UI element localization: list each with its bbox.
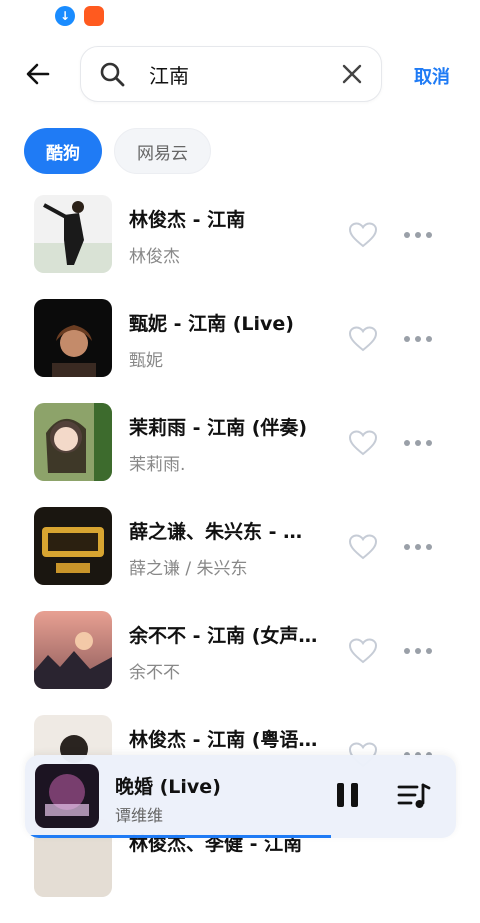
song-artist: 薛之谦 / 朱兴东 (129, 559, 248, 579)
song-title: 林俊杰 - 江南 (粤语版) (129, 729, 319, 751)
more-options-icon[interactable] (404, 641, 432, 661)
song-title: 薛之谦、朱兴东 - 江南 (129, 521, 319, 543)
song-row[interactable]: 林俊杰 - 江南 林俊杰 (0, 195, 480, 299)
heart-icon[interactable] (347, 427, 379, 459)
pause-icon (337, 783, 344, 807)
album-cover (34, 403, 112, 481)
song-title: 林俊杰 - 江南 (129, 209, 246, 231)
album-cover (34, 611, 112, 689)
song-title: 余不不 - 江南 (女声版) (129, 625, 319, 647)
app-notification-icon (84, 6, 104, 26)
more-options-icon[interactable] (404, 225, 432, 245)
heart-icon[interactable] (347, 635, 379, 667)
close-icon[interactable] (341, 63, 363, 85)
song-artist: 余不不 (129, 663, 180, 683)
status-bar: ↓ (0, 0, 480, 32)
song-row[interactable]: 薛之谦、朱兴东 - 江南 薛之谦 / 朱兴东 (0, 507, 480, 611)
playlist-icon[interactable] (397, 781, 431, 811)
search-input[interactable] (149, 57, 329, 91)
song-row[interactable]: 茉莉雨 - 江南 (伴奏) 茉莉雨. (0, 403, 480, 507)
back-button[interactable] (22, 58, 54, 90)
song-title: 茉莉雨 - 江南 (伴奏) (129, 417, 308, 439)
progress-bar[interactable] (25, 835, 456, 838)
heart-icon[interactable] (347, 531, 379, 563)
heart-icon[interactable] (347, 323, 379, 355)
song-row[interactable]: 甄妮 - 江南 (Live) 甄妮 (0, 299, 480, 403)
pause-button[interactable] (337, 783, 361, 809)
search-icon (100, 62, 125, 87)
player-artist: 谭维维 (115, 806, 164, 825)
more-options-icon[interactable] (404, 433, 432, 453)
progress-fill (25, 835, 331, 838)
player-album-cover (35, 764, 99, 828)
song-artist: 甄妮 (129, 351, 163, 371)
heart-icon[interactable] (347, 219, 379, 251)
tab-netease[interactable]: 网易云 (114, 128, 211, 174)
source-tabs: 酷狗 网易云 (24, 128, 211, 174)
mini-player[interactable]: 晚婚 (Live) 谭维维 (25, 755, 456, 838)
album-cover (34, 195, 112, 273)
tab-kugou[interactable]: 酷狗 (24, 128, 102, 174)
song-title: 甄妮 - 江南 (Live) (129, 313, 294, 335)
song-artist: 林俊杰 (129, 247, 180, 267)
album-cover (34, 507, 112, 585)
more-options-icon[interactable] (404, 537, 432, 557)
song-row[interactable]: 余不不 - 江南 (女声版) 余不不 (0, 611, 480, 715)
player-song-title: 晚婚 (Live) (115, 776, 221, 798)
more-options-icon[interactable] (404, 329, 432, 349)
download-icon: ↓ (55, 6, 75, 26)
arrow-left-icon (26, 63, 50, 85)
song-artist: 茉莉雨. (129, 455, 186, 475)
cancel-button[interactable]: 取消 (414, 63, 450, 89)
album-cover (34, 299, 112, 377)
search-box[interactable] (80, 46, 382, 102)
